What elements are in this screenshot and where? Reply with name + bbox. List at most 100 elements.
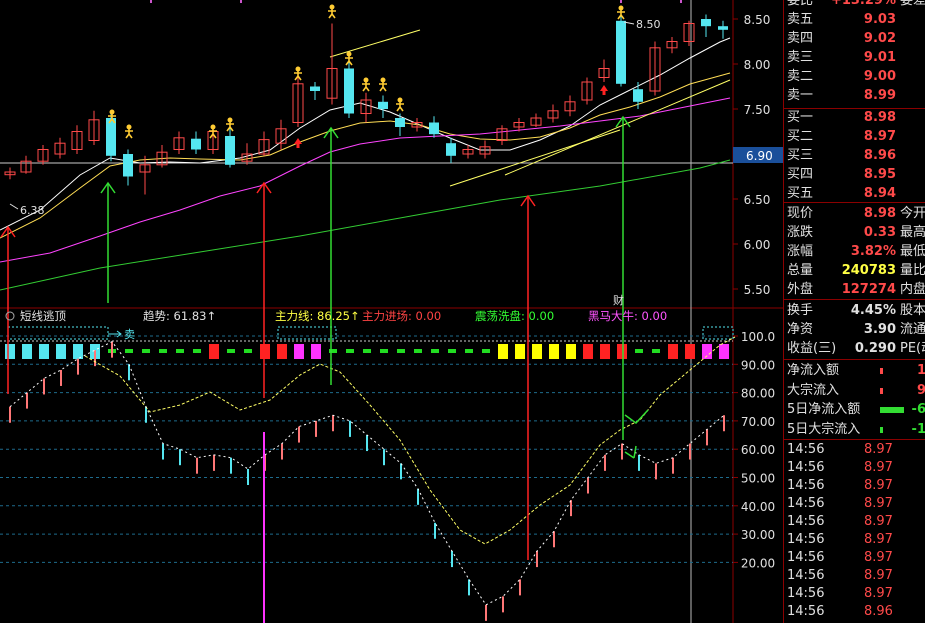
- status-block: [600, 344, 610, 359]
- figure-head: [295, 66, 301, 72]
- row-extra-label: PE(动: [900, 341, 925, 356]
- price-tick-label: 7.50: [744, 103, 771, 117]
- sell-label: 卖: [124, 328, 135, 341]
- bid-level-row: 买五 8.94: [784, 185, 925, 203]
- ask-level-row: 卖一 8.99: [784, 87, 925, 105]
- bid-level-row: 买三 8.96: [784, 147, 925, 165]
- indicator-tick-label: 70.00: [741, 415, 775, 429]
- status-dash: [363, 349, 371, 353]
- fundamental-row: 换手 4.45% 股本: [784, 302, 925, 320]
- flow-row: 5日净流入额 -6: [784, 401, 925, 419]
- status-dash: [448, 349, 456, 353]
- down-candle-body: [446, 143, 456, 156]
- tick-row: 14:56 8.97: [784, 495, 925, 513]
- status-block: [719, 344, 729, 359]
- row-value: 8.94: [863, 186, 896, 201]
- flow-bar: [880, 407, 904, 413]
- tick-row: 14:56 8.97: [784, 585, 925, 603]
- signal-figure-icon: [125, 124, 133, 139]
- tick-price: 8.97: [864, 568, 893, 583]
- row-value: 4.45%: [850, 303, 896, 318]
- bid-level-row: 买四 8.95: [784, 166, 925, 184]
- tick-price: 8.97: [864, 514, 893, 529]
- status-block: [56, 344, 66, 359]
- row-value: 8.96: [863, 148, 896, 163]
- status-block: [260, 344, 270, 359]
- row-label: 卖一: [787, 88, 814, 103]
- figure-head: [397, 97, 403, 103]
- status-block: [685, 344, 695, 359]
- row-value: 0.33: [863, 225, 896, 240]
- status-dash: [193, 349, 201, 353]
- down-candle-body: [378, 101, 388, 109]
- indicator-tick-label: 30.00: [741, 528, 775, 542]
- figure-body: [125, 129, 133, 139]
- indicator-header-shake: 震荡洗盘: 0.00: [475, 309, 554, 323]
- status-block: [583, 344, 593, 359]
- status-block: [209, 344, 219, 359]
- high-price-label: 8.50: [636, 18, 661, 31]
- row-label: 涨幅: [787, 244, 814, 259]
- signal-box: [277, 326, 337, 340]
- row-label: 卖四: [787, 31, 814, 46]
- indicator-header-dark-horse: 黑马大牛: 0.00: [588, 309, 667, 323]
- tick-row: 14:56 8.97: [784, 441, 925, 459]
- status-dash: [414, 349, 422, 353]
- ask-level-row: 卖四 9.02: [784, 30, 925, 48]
- status-block: [311, 344, 321, 359]
- signal-figure-icon: [396, 97, 404, 112]
- price-marker-label: 6.90: [746, 149, 773, 163]
- tick-price: 8.97: [864, 532, 893, 547]
- stat-row: 现价 8.98 今开: [784, 205, 925, 223]
- status-dash: [482, 349, 490, 353]
- row-extra-label: 内盘: [900, 282, 925, 297]
- row-label: 换手: [787, 303, 814, 318]
- indicator-tick-label: 100.0: [741, 330, 775, 344]
- row-value: -6: [911, 402, 925, 417]
- down-candle-body: [718, 26, 728, 30]
- status-block: [566, 344, 576, 359]
- signal-box: [702, 326, 734, 340]
- row-label: 买一: [787, 110, 814, 125]
- tick-price: 8.96: [864, 604, 893, 619]
- row-extra-label: 流通: [900, 322, 925, 337]
- figure-head: [346, 51, 352, 57]
- figure-head: [227, 117, 233, 123]
- tick-price: 8.97: [864, 586, 893, 601]
- indicator-tick-label: 80.00: [741, 387, 775, 401]
- ma60-line: [0, 159, 731, 291]
- down-candle-body: [225, 136, 235, 165]
- figure-head: [126, 124, 132, 130]
- row-value: 127274: [841, 282, 896, 297]
- tick-time: 14:56: [787, 478, 825, 493]
- status-block: [73, 344, 83, 359]
- status-dash: [380, 349, 388, 353]
- row-value: 8.97: [863, 129, 896, 144]
- tick-time: 14:56: [787, 550, 825, 565]
- tick-time: 14:56: [787, 514, 825, 529]
- row-label: 现价: [787, 206, 814, 221]
- signal-figure-icon: [379, 77, 387, 92]
- status-block: [22, 344, 32, 359]
- status-dash: [142, 349, 150, 353]
- status-block: [39, 344, 49, 359]
- row-value: 8.95: [863, 167, 896, 182]
- figure-head: [363, 77, 369, 83]
- row-label: 买五: [787, 186, 814, 201]
- price-tick-label: 8.50: [744, 13, 771, 27]
- row-value: 3.90: [863, 322, 896, 337]
- indicator-header-main-line: 主力线: 86.25↑: [275, 309, 360, 323]
- trend-line-channel: [504, 79, 731, 176]
- row-label: 买二: [787, 129, 814, 144]
- status-dash: [465, 349, 473, 353]
- flow-row: 5日大宗流入 -1: [784, 421, 925, 439]
- row-value: 0.290: [854, 341, 896, 356]
- figure-head: [109, 109, 115, 115]
- down-candle-body: [395, 118, 405, 127]
- indicator-header-trend: 趋势: 61.83↑: [143, 309, 216, 323]
- signal-figure-icon: [328, 4, 336, 19]
- fundamental-row: 净资 3.90 流通: [784, 321, 925, 339]
- kline-chart[interactable]: 8.508.007.507.006.506.005.506.90100.090.…: [0, 0, 783, 623]
- tick-price: 8.97: [864, 460, 893, 475]
- indicator-tick-label: 40.00: [741, 500, 775, 514]
